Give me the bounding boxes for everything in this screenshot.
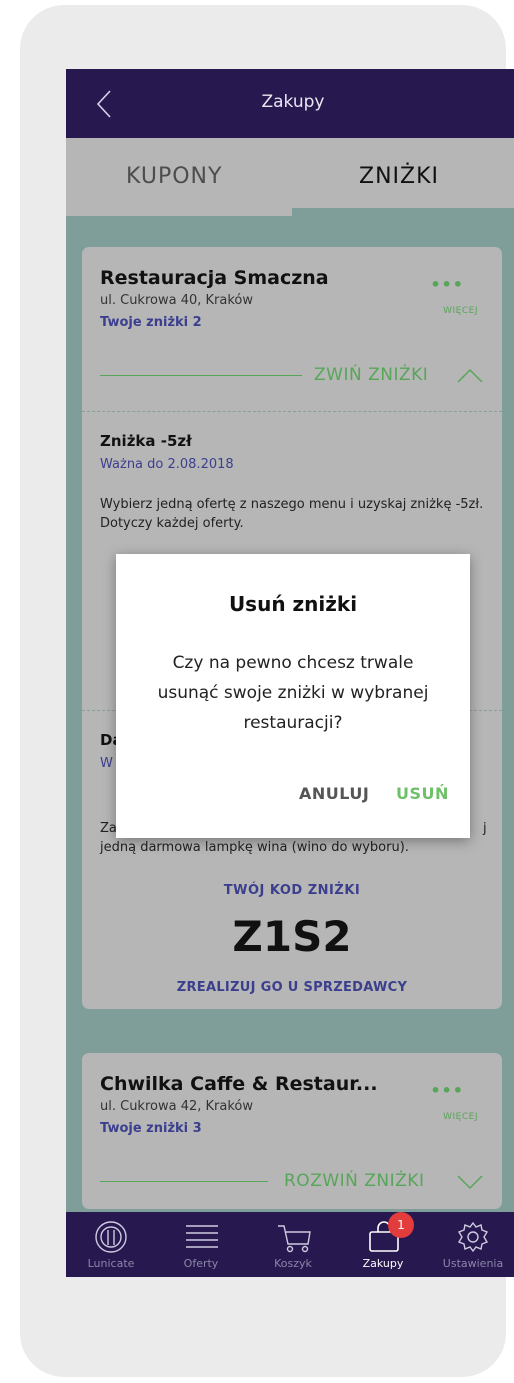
- delete-button[interactable]: USUŃ: [396, 784, 449, 803]
- plate-cutlery-icon: [95, 1221, 127, 1253]
- restaurant-address: ul. Cukrowa 40, Kraków: [100, 293, 253, 308]
- discount-title: Zniżka -5zł: [100, 432, 192, 450]
- tab-bar: KUPONY ZNIŻKI: [66, 138, 514, 216]
- cart-badge: 1: [388, 1212, 414, 1238]
- divider: [82, 411, 502, 412]
- more-button[interactable]: WIĘCEJ: [443, 1112, 478, 1122]
- discount-validity: W: [100, 756, 113, 771]
- nav-label: Lunicate: [87, 1257, 135, 1270]
- list-icon: [186, 1225, 218, 1248]
- discount-description: Wybierz jedną ofertę z naszego menu i uz…: [100, 497, 484, 531]
- nav-item-zakupy[interactable]: 1 Zakupy: [338, 1212, 428, 1277]
- tab-kupony[interactable]: KUPONY: [66, 138, 292, 216]
- more-icon[interactable]: •••: [430, 1081, 464, 1100]
- divider: [100, 375, 302, 376]
- restaurant-name: Chwilka Caffe & Restaur...: [100, 1073, 378, 1095]
- collapse-discounts-button[interactable]: ZWIŃ ZNIŻKI: [314, 365, 428, 385]
- chevron-up-icon[interactable]: [457, 367, 483, 383]
- nav-label: Oferty: [183, 1257, 219, 1270]
- discount-validity: Ważna do 2.08.2018: [100, 457, 234, 472]
- cancel-button[interactable]: ANULUJ: [299, 784, 369, 803]
- expand-discounts-button[interactable]: ROZWIŃ ZNIŻKI: [284, 1171, 424, 1191]
- restaurant-card: Chwilka Caffe & Restaur... ul. Cukrowa 4…: [82, 1053, 502, 1209]
- discount-description: jedną darmowa lampkę wina (wino do wybor…: [100, 840, 409, 855]
- cart-icon: [278, 1225, 311, 1253]
- restaurant-address: ul. Cukrowa 42, Kraków: [100, 1099, 253, 1114]
- more-icon[interactable]: •••: [430, 275, 464, 294]
- divider: [100, 1181, 268, 1182]
- nav-item-koszyk[interactable]: Koszyk: [248, 1212, 338, 1277]
- tab-kupony-label: KUPONY: [126, 164, 223, 189]
- nav-label: Koszyk: [274, 1257, 312, 1270]
- top-bar: Zakupy: [66, 69, 514, 138]
- discount-code: Z1S2: [232, 912, 352, 961]
- chevron-down-icon[interactable]: [457, 1175, 483, 1191]
- nav-item-lunicate[interactable]: Lunicate: [66, 1212, 156, 1277]
- bottom-navigation: Lunicate Oferty Koszyk 1 Zakupy Ustawien…: [66, 1212, 514, 1277]
- restaurant-name: Restauracja Smaczna: [100, 267, 329, 289]
- redeem-instruction: ZREALIZUJ GO U SPRZEDAWCY: [176, 980, 408, 995]
- page-title: Zakupy: [261, 92, 325, 112]
- phone-frame: Zakupy KUPONY ZNIŻKI Restauracja Smaczna…: [20, 5, 514, 1377]
- nav-item-oferty[interactable]: Oferty: [156, 1212, 246, 1277]
- nav-label: Zakupy: [362, 1257, 404, 1270]
- gear-icon: [457, 1221, 489, 1253]
- app-screen: Zakupy KUPONY ZNIŻKI Restauracja Smaczna…: [66, 69, 514, 1277]
- tab-znizki-label: ZNIŻKI: [359, 164, 440, 189]
- dialog-title: Usuń zniżki: [228, 592, 358, 616]
- nav-label: Ustawienia: [442, 1257, 504, 1270]
- delete-discounts-dialog: Usuń zniżki Czy na pewno chcesz trwale u…: [116, 554, 470, 838]
- discount-description-fragment-end: j: [483, 821, 487, 836]
- discount-count: Twoje zniżki 2: [100, 315, 202, 330]
- nav-item-ustawienia[interactable]: Ustawienia: [428, 1212, 514, 1277]
- tab-znizki[interactable]: ZNIŻKI: [292, 138, 514, 208]
- more-button[interactable]: WIĘCEJ: [443, 306, 478, 316]
- discount-count: Twoje zniżki 3: [100, 1121, 202, 1136]
- code-label: TWÓJ KOD ZNIŻKI: [223, 883, 361, 898]
- dialog-message: Czy na pewno chcesz trwale usunąć swoje …: [157, 653, 429, 733]
